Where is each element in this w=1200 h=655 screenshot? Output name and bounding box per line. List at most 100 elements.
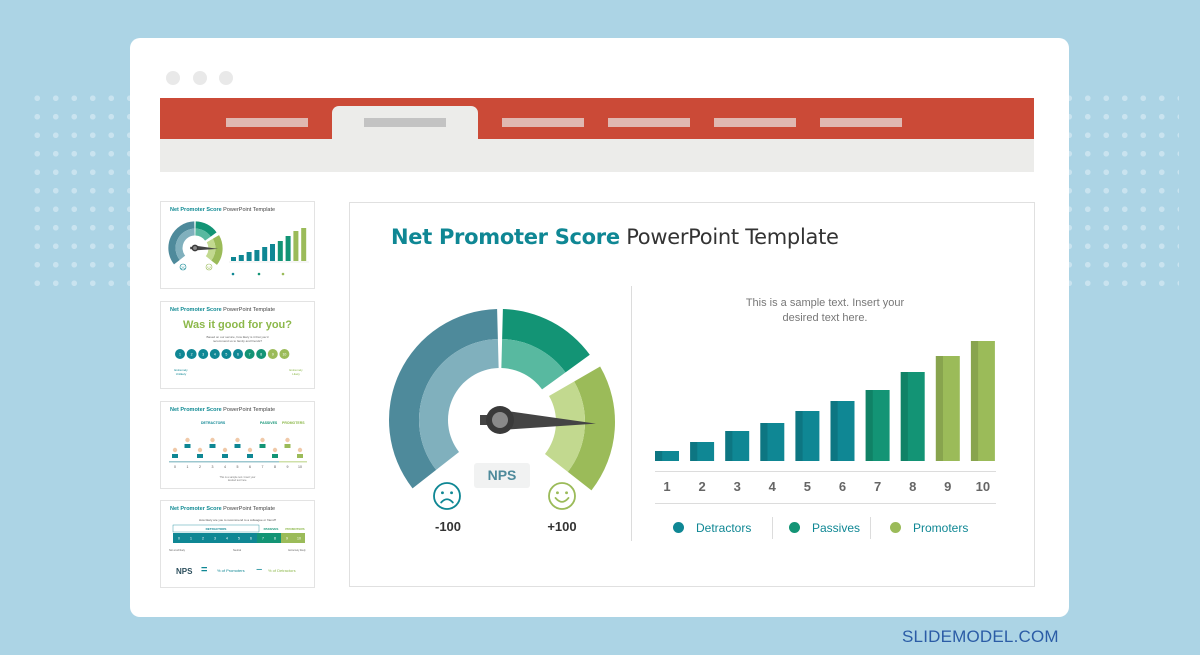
thumb-person-head [222, 447, 228, 453]
ribbon-tab[interactable] [714, 118, 796, 127]
window-close-button[interactable] [166, 71, 180, 85]
thumb-person-body [172, 454, 178, 458]
thumb-person-body [234, 444, 241, 448]
thumb-scale-number: 6 [249, 465, 251, 469]
thumb-scale-number: 5 [238, 537, 240, 541]
thumb-scale-number: 9 [286, 537, 288, 541]
chart-baseline [655, 471, 996, 472]
window-minimize-button[interactable] [193, 71, 207, 85]
thumb-bar [231, 257, 236, 261]
thumb-bar [254, 250, 260, 261]
thumb-anchor-label: Neutral [233, 549, 242, 552]
thumb-scale-number: 1 [190, 537, 192, 541]
thumb-person-head [297, 447, 303, 453]
thumb-bar [293, 231, 299, 261]
bar-shade-4 [760, 423, 768, 461]
thumb-bar [262, 247, 268, 261]
ribbon-tab[interactable] [608, 118, 690, 127]
ribbon-tab-bar [160, 98, 1034, 140]
thumb-scale-number: 0 [174, 465, 176, 469]
slide-thumbnail-2[interactable]: Net Promoter Score PowerPoint Template W… [160, 301, 315, 389]
thumb-person-body [284, 444, 291, 448]
thumb-scale-number: 8 [260, 353, 262, 357]
thumbnail-formula-nps: NPS [176, 567, 193, 576]
ribbon-toolbar [160, 139, 1034, 172]
thumb-person-head [185, 437, 190, 443]
thumb-bar [246, 252, 252, 261]
thumb-person-head [260, 437, 265, 443]
thumb-person-head [210, 437, 215, 443]
thumb-scale-number: 6 [237, 353, 239, 357]
thumb-group-label: PASSIVES [264, 527, 279, 531]
legend-dot-promoters [890, 522, 901, 533]
x-tick-label: 8 [909, 479, 917, 494]
thumb-scale-number: 2 [202, 537, 204, 541]
thumb-anchor-label: Not at all likely [169, 549, 186, 552]
thumb-anchor-label: Extremely likely [288, 549, 306, 552]
thumb-person-head [247, 447, 253, 453]
thumb-scale-number: 10 [297, 537, 301, 541]
bar-shade-9 [935, 356, 943, 461]
thumb-scale-number: 4 [226, 537, 228, 541]
thumb-person-head [285, 437, 290, 443]
thumb-bar [270, 244, 275, 261]
thumb-scale-number: 3 [212, 465, 214, 469]
thumb-scale-number: 7 [262, 537, 264, 541]
thumb-scale-number: 3 [202, 353, 204, 357]
x-tick-label: 2 [698, 479, 706, 494]
thumb-track [169, 461, 279, 463]
thumb-bar [277, 241, 283, 261]
bar-shade-5 [795, 411, 803, 461]
thumb-scale-number: 7 [249, 353, 251, 357]
x-tick-label: 10 [975, 479, 991, 494]
happy-face-icon [205, 263, 213, 271]
face-outline [205, 263, 213, 271]
thumb-track [279, 461, 307, 463]
thumb-person-head [235, 437, 240, 443]
face-eye [181, 265, 183, 267]
thumb-scale-number: 10 [298, 465, 302, 469]
thumb-person-body [222, 454, 228, 458]
thumb-bar [238, 255, 244, 261]
thumb-bar [285, 236, 291, 261]
face-eye [183, 265, 185, 267]
face-mouth [181, 267, 185, 269]
bar-shade-2 [690, 442, 698, 461]
thumbnail-formula-eq: = [201, 564, 208, 576]
bar-shade-7 [865, 390, 873, 461]
thumb-scale-number: 9 [272, 353, 274, 357]
thumb-group-label: DETRACTORS [206, 527, 227, 531]
slide-thumbnail-1[interactable]: Net Promoter Score PowerPoint Template [160, 201, 315, 289]
legend-dot-detractors [673, 522, 684, 533]
thumb-group-label: PROMOTERS [285, 527, 304, 531]
face-mouth [207, 267, 211, 269]
face-outline [179, 263, 187, 271]
legend-separator [772, 517, 773, 539]
thumb-scale-number: 10 [282, 353, 286, 357]
thumb-person-body [272, 454, 278, 458]
app-window: Net Promoter Score PowerPoint Template N… [130, 38, 1069, 617]
sad-face-icon [179, 263, 187, 271]
thumb-legend-dot [257, 272, 261, 276]
legend-divider [655, 503, 996, 504]
thumbnail-preview [168, 221, 309, 276]
ribbon-tab-active[interactable] [332, 106, 478, 140]
gauge-needle-hub-center [193, 246, 197, 250]
x-tick-label: 4 [768, 479, 776, 494]
slide-thumbnail-4[interactable]: Net Promoter Score PowerPoint Template H… [160, 500, 315, 588]
thumb-person-body [297, 454, 303, 458]
main-slide-canvas[interactable]: Net Promoter Score PowerPoint Template N… [349, 202, 1035, 587]
ribbon-tab[interactable] [502, 118, 584, 127]
thumb-scale-number: 9 [287, 465, 289, 469]
thumb-person-head [197, 447, 203, 453]
window-maximize-button[interactable] [219, 71, 233, 85]
ribbon-tab[interactable] [820, 118, 902, 127]
thumb-scale-number: 2 [199, 465, 201, 469]
legend-dot-passives [789, 522, 800, 533]
bar-shade-8 [900, 372, 908, 461]
slide-thumbnail-3[interactable]: Net Promoter Score PowerPoint Template D… [160, 401, 315, 489]
ribbon-tab[interactable] [226, 118, 308, 127]
thumb-scale-number: 0 [178, 537, 180, 541]
bar-shade-3 [725, 431, 733, 461]
thumbnail-note: This is a sample text. Insert your desir… [219, 476, 256, 482]
